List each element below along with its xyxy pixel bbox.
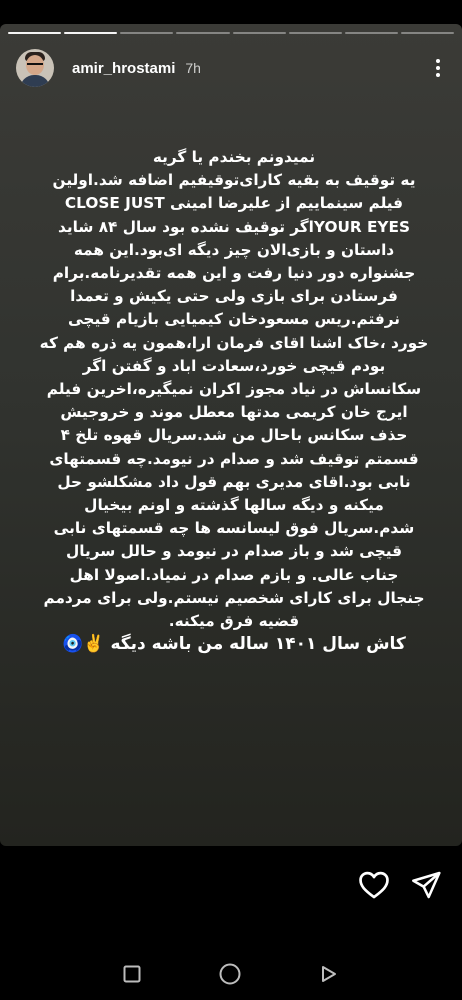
progress-segment — [120, 32, 174, 34]
square-icon — [123, 965, 141, 983]
post-time: 7h — [185, 60, 201, 76]
story-text-line: نمیدونم بخندم یا گریه — [152, 148, 316, 166]
story-text-line: حذف سکانس باحال من شد.سریال قهوه تلخ ۴ — [60, 426, 408, 445]
story-text: نمیدونم بخندم یا گریه یه توقیف به بقیه ک… — [22, 146, 446, 656]
progress-segment — [176, 32, 230, 34]
story-text-line: داستان و بازی‌الان چیز دیگه ای‌بود.این ه… — [73, 240, 395, 259]
story-text-line: نابی بود.اقای مدیری بهم قول داد مشکلشو ح… — [57, 472, 411, 491]
story-text-line: جناب عالی. و بازم صدام در نمیاد.اصولا اه… — [69, 565, 399, 584]
story-text-line: قیچی شد و باز صدام در نیومد و حالل سریال — [66, 542, 402, 561]
progress-segment — [400, 32, 454, 34]
progress-segment — [344, 32, 398, 34]
story-text-line: جشنواره دور دنیا رفت و این همه تقدیرنامه… — [52, 264, 416, 283]
heart-icon[interactable] — [357, 868, 391, 902]
recent-apps-button[interactable] — [114, 956, 150, 992]
progress-segment — [232, 32, 286, 34]
story-text-line: قسمتم توقیف شد و صدام در نیومد.چه قسمتها… — [49, 449, 419, 468]
more-options-icon[interactable] — [424, 54, 452, 82]
story-actions — [0, 860, 462, 910]
progress-segment — [64, 32, 118, 34]
circle-icon — [219, 963, 241, 985]
story-text-line: شدم.سریال فوق لیسانسه ها چه قسمتهای نابی — [53, 519, 415, 538]
username[interactable]: amir_hrostami — [72, 60, 175, 77]
progress-segment — [8, 32, 62, 34]
system-nav-bar — [0, 944, 462, 1000]
story-text-line: میکنه و دیگه سالها گذشته و اونم بیخیال — [84, 496, 384, 515]
back-button[interactable] — [310, 956, 346, 992]
story-text-line: کاش سال ۱۴۰۱ ساله من باشه دیگه ✌️🧿 — [62, 634, 406, 655]
avatar[interactable] — [16, 49, 54, 87]
home-button[interactable] — [212, 956, 248, 992]
story-progress-bar — [8, 32, 454, 34]
send-icon[interactable] — [410, 869, 442, 901]
story-text-line: جنجال برای کارای شخصیم نیستم.ولی برای مر… — [43, 588, 425, 607]
story-text-line: خورد ،خاک اشنا اقای فرمان ارا،همون یه ذر… — [39, 333, 429, 352]
triangle-icon — [322, 966, 336, 982]
story-text-line: یه توقیف به بقیه کارای‌توقیفیم اضافه شد.… — [52, 171, 416, 190]
progress-segment — [288, 32, 342, 34]
story-header: amir_hrostami 7h — [16, 46, 452, 90]
story-text-line: سکانساش در نیاد مجوز اکران نمیگیره،اخرین… — [46, 380, 422, 399]
story-text-line: ایرج خان کریمی مدتها معطل موند و خروجیش — [60, 403, 408, 422]
story-card[interactable]: amir_hrostami 7h نمیدونم بخندم یا گریه ی… — [0, 24, 462, 846]
story-text-line: بودم قیچی خورد،سعادت اباد و گفتن اگر — [82, 356, 386, 375]
story-text-line: فیلم سینماییم از علیرضا امینی CLOSE JUST — [64, 194, 404, 213]
story-text-line: فرستادن برای بازی ولی حتی یکیش و تعمدا — [70, 287, 398, 306]
story-text-line: YOUR EYESاگر توقیف نشده بود سال ۸۴ شاید — [58, 217, 410, 236]
story-text-line: نرفتم.ریس مسعودخان کیمیایی بازیام قیچی — [67, 310, 401, 329]
story-text-line: قضیه فرق میکنه. — [168, 612, 300, 631]
